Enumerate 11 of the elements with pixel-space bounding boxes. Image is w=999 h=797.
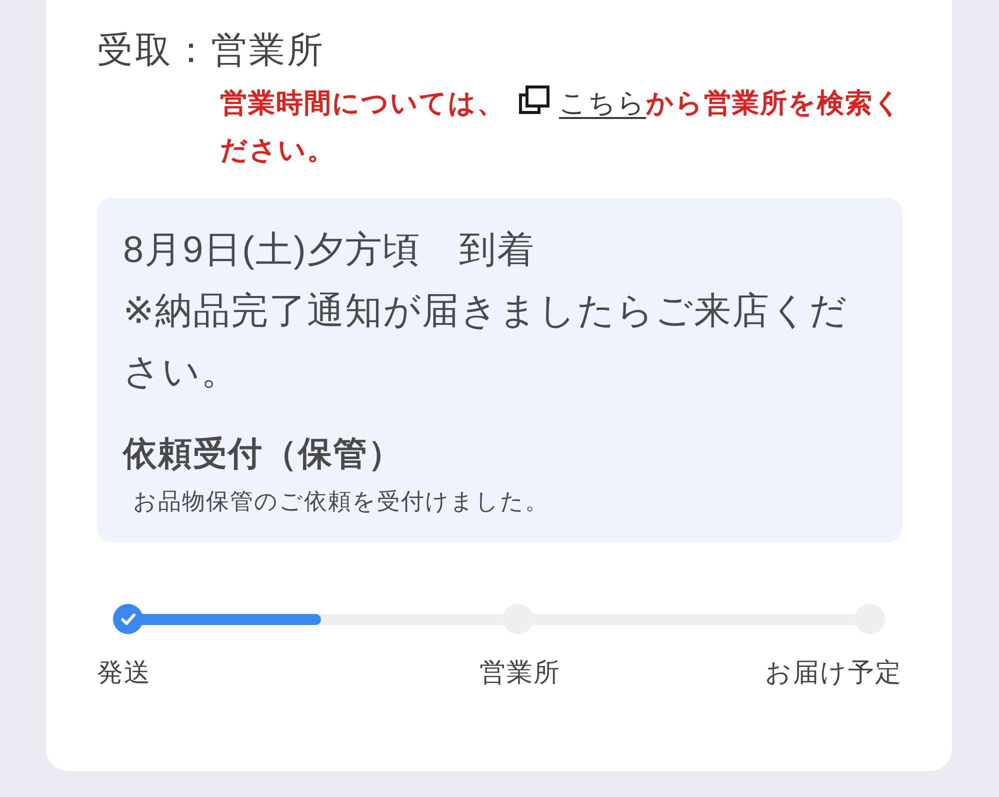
step-label: お届け予定 (765, 656, 902, 689)
step-label: 発送 (97, 656, 151, 689)
business-hours-note: 営業時間については、 こちら から営業所を検索ください。 (220, 80, 910, 174)
status-detail: お品物保管のご依頼を受付けました。 (133, 487, 549, 516)
step-label: 営業所 (480, 656, 561, 689)
arrival-text: 8月9日(土)夕方頃 到着 (123, 228, 535, 272)
pickup-label: 受取：営業所 (97, 28, 325, 72)
copy-icon (517, 85, 551, 115)
search-office-link[interactable]: こちら (559, 88, 646, 118)
status-title: 依頼受付（保管） (123, 434, 403, 475)
instruction-text: ※納品完了通知が届きましたらご来店ください。 (123, 289, 850, 394)
